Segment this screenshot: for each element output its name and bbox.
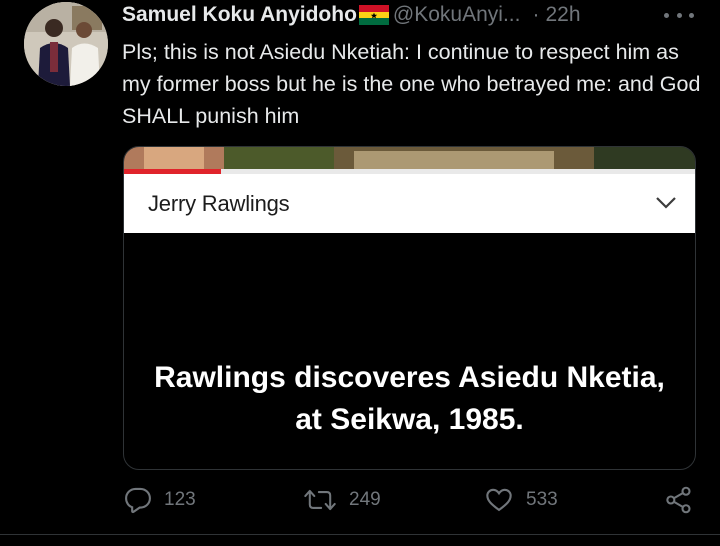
more-dot (676, 12, 682, 18)
reply-count: 123 (164, 489, 196, 510)
like-count: 533 (526, 489, 558, 510)
timestamp[interactable]: 22h (545, 3, 580, 27)
reply-icon (125, 487, 151, 514)
video-title-bar[interactable]: Jerry Rawlings (124, 174, 695, 233)
separator-dot: · (532, 3, 540, 26)
more-dot (664, 12, 669, 18)
avatar[interactable] (24, 2, 108, 86)
tweet-text: Pls; this is not Asiedu Nketiah: I conti… (122, 40, 701, 128)
video-frame-strip (124, 147, 695, 174)
retweet-count: 249 (349, 489, 381, 510)
tweet-actions: 123 249 533 (0, 482, 720, 518)
video-caption: Rawlings discoveres Asiedu Nketia, at Se… (124, 357, 695, 441)
like-button[interactable]: 533 (484, 482, 558, 518)
video-title: Jerry Rawlings (148, 190, 290, 216)
caption-line-1: Rawlings discoveres Asiedu Nketia, (154, 361, 665, 394)
ghana-flag-icon (358, 5, 389, 25)
share-icon (666, 486, 691, 514)
display-name[interactable]: Samuel Koku Anyidoho (122, 3, 357, 27)
retweet-button[interactable]: 249 (303, 482, 381, 518)
reply-button[interactable]: 123 (124, 482, 196, 518)
share-button[interactable] (665, 482, 693, 518)
avatar-image (24, 2, 108, 86)
more-options-icon[interactable] (664, 6, 694, 24)
divider (0, 534, 720, 535)
heart-icon (486, 488, 512, 512)
more-dot (689, 12, 694, 18)
chevron-down-icon[interactable] (655, 194, 677, 210)
retweet-icon (304, 489, 336, 511)
caption-line-2: at Seikwa, 1985. (295, 403, 524, 436)
media-card[interactable]: Jerry Rawlings Rawlings discoveres Asied… (123, 146, 696, 470)
user-handle[interactable]: @KokuAnyi... (393, 3, 521, 27)
tweet-header: Samuel Koku Anyidoho @KokuAnyi... · 22h (122, 0, 581, 30)
